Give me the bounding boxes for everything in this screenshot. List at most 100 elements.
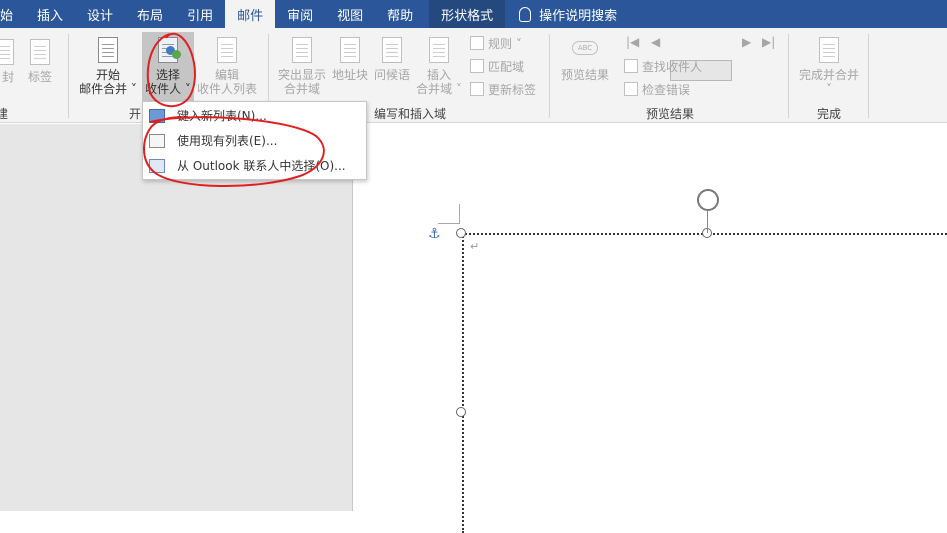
start-mail-merge-button[interactable]: 开始 邮件合并 ˅ (78, 36, 138, 96)
mail-merge-doc-icon (94, 36, 122, 66)
find-label: 查找收件人 (642, 59, 703, 74)
select-label-2: 收件人 ˅ (145, 82, 191, 96)
group-start-label: 开 (128, 107, 141, 121)
check-errors-button[interactable]: 检查错误 (624, 79, 690, 99)
rules-button[interactable]: 规则 ˅ (470, 33, 522, 53)
tab-references[interactable]: 引用 (175, 0, 225, 28)
labels-button[interactable]: 标签 (26, 38, 54, 84)
labels-icon (26, 38, 54, 68)
match-fields-icon (470, 59, 484, 73)
anchor-icon: ⚓ (428, 226, 441, 242)
check-label: 检查错误 (642, 82, 691, 97)
previous-record-icon[interactable]: ◀ (651, 35, 660, 49)
labels-label: 标签 (27, 70, 52, 84)
group-separator (549, 34, 550, 118)
check-errors-icon (624, 82, 638, 96)
envelope-icon (0, 38, 16, 68)
finish-merge-button[interactable]: 完成并合并 ˅ (796, 36, 862, 96)
match-label: 匹配域 (488, 59, 525, 74)
menu-item-use-existing-list[interactable]: 使用现有列表(E)... (143, 128, 366, 153)
edit-recipient-list-button[interactable]: 编辑 收件人列表 (196, 36, 258, 96)
rules-label: 规则 ˅ (488, 36, 522, 51)
group-create-label: 建 (0, 107, 9, 121)
edit-label-1: 编辑 (214, 68, 239, 82)
menu-item-outlook-contacts[interactable]: 从 Outlook 联系人中选择(O)... (143, 153, 366, 178)
insert-merge-field-button[interactable]: 插入 合并域 ˅ (412, 36, 466, 96)
new-list-icon (149, 108, 165, 123)
tab-view[interactable]: 视图 (325, 0, 375, 28)
tab-review[interactable]: 审阅 (275, 0, 325, 28)
insert-label-2: 合并域 ˅ (416, 82, 462, 96)
select-label-1: 选择 (155, 68, 180, 82)
start-label-2: 邮件合并 ˅ (79, 82, 137, 96)
menu-item-type-new-list[interactable]: 键入新列表(N)... (143, 103, 366, 128)
tab-layout[interactable]: 布局 (125, 0, 175, 28)
resize-handle[interactable] (456, 407, 466, 417)
tab-mailings[interactable]: 邮件 (225, 0, 276, 28)
update-label: 更新标签 (488, 82, 537, 97)
select-recipients-menu: 键入新列表(N)... 使用现有列表(E)... 从 Outlook 联系人中选… (142, 101, 367, 180)
select-recipients-button[interactable]: 选择 收件人 ˅ (142, 32, 194, 102)
group-write-label: 编写和插入域 (373, 107, 446, 121)
resize-handle[interactable] (456, 228, 466, 238)
highlight-label-1: 突出显示 (277, 68, 326, 82)
insert-field-icon (425, 36, 453, 66)
match-fields-button[interactable]: 匹配域 (470, 56, 524, 76)
shape-frame[interactable] (462, 233, 947, 533)
group-separator (868, 34, 869, 118)
menu-item-label: 使用现有列表(E)... (177, 134, 278, 148)
update-labels-button[interactable]: 更新标签 (470, 79, 536, 99)
group-separator (68, 34, 69, 118)
preview-results-button[interactable]: ABC 预览结果 (558, 36, 612, 82)
highlight-fields-icon (288, 36, 316, 66)
menu-item-label: 从 Outlook 联系人中选择(O)... (177, 159, 346, 173)
contacts-icon (149, 158, 165, 173)
highlight-merge-fields-button[interactable]: 突出显示 合并域 (276, 36, 328, 96)
rules-icon (470, 36, 484, 50)
lightbulb-icon (519, 6, 532, 22)
menu-item-label: 键入新列表(N)... (177, 109, 267, 123)
envelopes-button[interactable]: 封 (0, 38, 20, 84)
finish-label: 完成并合并 (798, 68, 859, 82)
tell-me-label: 操作说明搜索 (539, 8, 618, 24)
group-separator (788, 34, 789, 118)
address-block-button[interactable]: 地址块 (330, 36, 370, 82)
highlight-label-2: 合并域 (283, 82, 320, 96)
left-margin-area (0, 124, 352, 511)
greeting-line-button[interactable]: 问候语 (372, 36, 412, 82)
finish-merge-icon (815, 36, 843, 66)
tell-me-search[interactable]: 操作说明搜索 (505, 0, 625, 28)
ribbon-tab-bar: 始 插入 设计 布局 引用 邮件 审阅 视图 帮助 形状格式 操作说明搜索 (0, 0, 947, 28)
preview-abc-icon: ABC (571, 36, 599, 66)
insert-label-1: 插入 (426, 68, 451, 82)
preview-label: 预览结果 (560, 68, 609, 82)
tab-home[interactable]: 始 (0, 0, 25, 28)
page-corner-mark (438, 204, 460, 224)
tab-insert[interactable]: 插入 (25, 0, 75, 28)
next-record-icon[interactable]: ▶ (742, 35, 751, 49)
group-finish-label: 完成 (816, 107, 841, 121)
rotate-handle-icon[interactable] (697, 189, 719, 211)
paragraph-mark: ↵ (470, 240, 480, 253)
tab-help[interactable]: 帮助 (375, 0, 425, 28)
address-block-icon (336, 36, 364, 66)
first-record-icon[interactable]: |◀ (626, 35, 639, 49)
rotate-handle-stem (707, 210, 708, 233)
envelopes-label: 封 (1, 70, 14, 84)
tab-design[interactable]: 设计 (75, 0, 125, 28)
greeting-label: 问候语 (373, 68, 410, 82)
existing-list-icon (149, 133, 165, 148)
start-label-1: 开始 (95, 68, 120, 82)
address-label: 地址块 (331, 68, 368, 82)
update-labels-icon (470, 82, 484, 96)
edit-label-2: 收件人列表 (196, 82, 257, 96)
recipients-icon (154, 36, 182, 66)
finish-arrow: ˅ (826, 82, 832, 96)
find-recipient-button[interactable]: 查找收件人 (624, 56, 702, 76)
edit-list-icon (213, 36, 241, 66)
tab-shape-format[interactable]: 形状格式 (429, 0, 506, 28)
group-preview-label: 预览结果 (645, 107, 694, 121)
last-record-icon[interactable]: ▶| (762, 35, 775, 49)
find-recipient-icon (624, 59, 638, 73)
greeting-line-icon (378, 36, 406, 66)
